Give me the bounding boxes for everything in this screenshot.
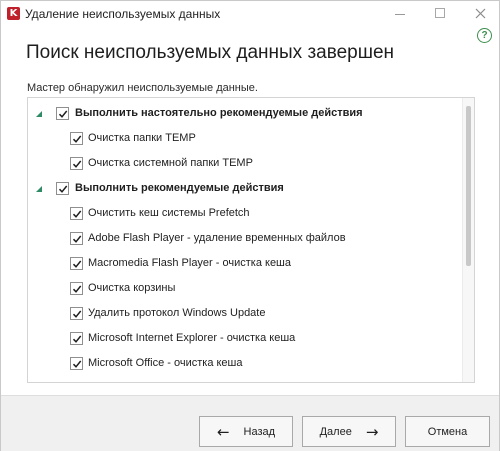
page-title: Поиск неиспользуемых данных завершен	[26, 42, 395, 63]
checkmark-icon	[72, 135, 81, 143]
cleanup-actions-list: Выполнить настоятельно рекомендуемые дей…	[27, 97, 475, 383]
close-button[interactable]	[464, 1, 496, 25]
checkmark-icon	[58, 185, 67, 193]
item-checkbox[interactable]	[70, 257, 83, 270]
checkmark-icon	[72, 160, 81, 168]
next-button[interactable]: Далее →	[302, 416, 396, 447]
arrow-right-icon: →	[365, 422, 379, 441]
cancel-button[interactable]: Отмена	[405, 416, 490, 447]
back-button[interactable]: ← Назад	[199, 416, 293, 447]
window-title: Удаление неиспользуемых данных	[25, 7, 221, 21]
item-checkbox[interactable]	[70, 332, 83, 345]
close-icon	[475, 8, 485, 18]
cancel-button-label: Отмена	[427, 425, 468, 438]
list-item[interactable]: Macromedia Flash Player - очистка кеша	[28, 254, 474, 274]
checkmark-icon	[72, 235, 81, 243]
group-row-recommended[interactable]: Выполнить рекомендуемые действия	[28, 179, 474, 199]
item-label: Adobe Flash Player - удаление временных …	[88, 232, 346, 244]
item-checkbox[interactable]	[70, 232, 83, 245]
list-item[interactable]: Очистить кеш системы Prefetch	[28, 204, 474, 224]
item-label: Очистка корзины	[88, 282, 176, 294]
vertical-scrollbar[interactable]	[462, 98, 474, 382]
item-checkbox[interactable]	[70, 132, 83, 145]
checkmark-icon	[72, 310, 81, 318]
list-item[interactable]: Очистка папки TEMP	[28, 129, 474, 149]
checkmark-icon	[72, 285, 81, 293]
group-row-critical[interactable]: Выполнить настоятельно рекомендуемые дей…	[28, 104, 474, 124]
checkmark-icon	[72, 335, 81, 343]
list-item[interactable]: Удалить протокол Windows Update	[28, 304, 474, 324]
next-button-label: Далее	[319, 425, 352, 438]
minimize-icon	[395, 14, 405, 15]
item-label: Удалить протокол Windows Update	[88, 307, 266, 319]
checkmark-icon	[58, 110, 67, 118]
scrollbar-thumb[interactable]	[466, 106, 471, 266]
item-checkbox[interactable]	[70, 282, 83, 295]
title-bar: K Удаление неиспользуемых данных	[1, 1, 499, 27]
item-label: Очистить кеш системы Prefetch	[88, 207, 250, 219]
group-label: Выполнить рекомендуемые действия	[75, 182, 284, 194]
item-label: Очистка папки TEMP	[88, 132, 196, 144]
checkmark-icon	[72, 210, 81, 218]
wizard-footer: ← Назад Далее → Отмена	[1, 395, 499, 451]
kaspersky-logo-icon: K	[7, 7, 20, 20]
list-item[interactable]: Adobe Flash Player - удаление временных …	[28, 229, 474, 249]
wizard-description: Мастер обнаружил неиспользуемые данные.	[27, 82, 258, 94]
item-checkbox[interactable]	[70, 207, 83, 220]
item-checkbox[interactable]	[70, 307, 83, 320]
group-label: Выполнить настоятельно рекомендуемые дей…	[75, 107, 363, 119]
item-label: Macromedia Flash Player - очистка кеша	[88, 257, 292, 269]
item-checkbox[interactable]	[70, 157, 83, 170]
wizard-window: K Удаление неиспользуемых данных ? Поиск…	[0, 0, 500, 451]
item-label: Очистка системной папки TEMP	[88, 157, 253, 169]
collapse-triangle-icon[interactable]	[36, 111, 42, 117]
checkmark-icon	[72, 360, 81, 368]
list-item[interactable]: Microsoft Internet Explorer - очистка ке…	[28, 329, 474, 349]
group-checkbox[interactable]	[56, 107, 69, 120]
list-item[interactable]: Очистка корзины	[28, 279, 474, 299]
item-label: Microsoft Internet Explorer - очистка ке…	[88, 332, 296, 344]
maximize-button[interactable]	[424, 1, 456, 25]
maximize-icon	[435, 8, 445, 18]
help-icon[interactable]: ?	[477, 28, 492, 43]
group-checkbox[interactable]	[56, 182, 69, 195]
checkmark-icon	[72, 260, 81, 268]
arrow-left-icon: ←	[216, 422, 230, 441]
minimize-button[interactable]	[384, 1, 416, 25]
item-checkbox[interactable]	[70, 357, 83, 370]
back-button-label: Назад	[243, 425, 276, 438]
item-label: Microsoft Office - очистка кеша	[88, 357, 243, 369]
collapse-triangle-icon[interactable]	[36, 186, 42, 192]
list-item[interactable]: Microsoft Office - очистка кеша	[28, 354, 474, 374]
list-item[interactable]: Очистка системной папки TEMP	[28, 154, 474, 174]
